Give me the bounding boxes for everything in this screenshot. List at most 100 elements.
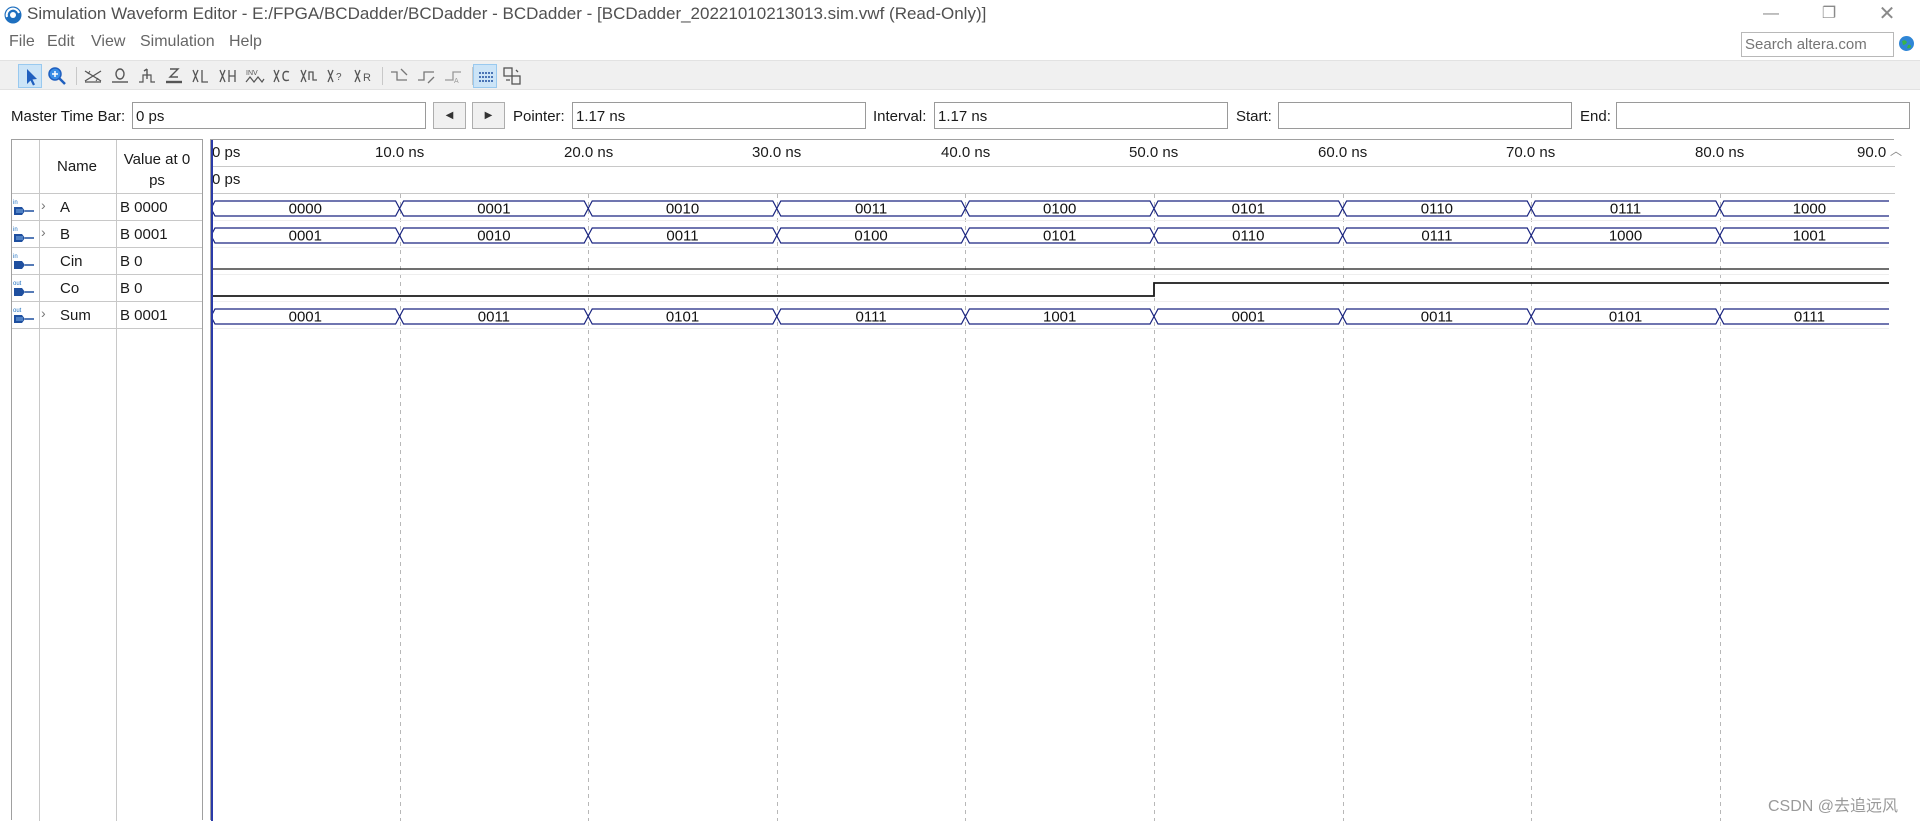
zoom-tool-icon[interactable] xyxy=(45,64,69,88)
ruler-tick-label: 0 ps xyxy=(212,144,241,161)
scroll-up-icon[interactable]: ︿ xyxy=(1890,142,1902,159)
input-pin-icon: in xyxy=(13,227,34,242)
bus-value-label: 1000 xyxy=(1609,228,1642,245)
value-column-header[interactable]: Value at 0 ps xyxy=(117,149,197,191)
count-value-icon[interactable] xyxy=(270,64,294,88)
signal-row-cin[interactable]: in Cin B 0 xyxy=(12,248,202,275)
window-title: Simulation Waveform Editor - E:/FPGA/BCD… xyxy=(27,4,987,23)
input-pin-icon: in xyxy=(13,200,34,215)
svg-text:in: in xyxy=(13,227,18,233)
start-field[interactable] xyxy=(1278,102,1572,129)
start-label: Start: xyxy=(1236,108,1272,125)
clock-icon[interactable] xyxy=(297,64,321,88)
bus-value-label: 0011 xyxy=(478,309,510,326)
master-time-bar-label: Master Time Bar: xyxy=(11,108,126,125)
master-time-bar-field[interactable]: 0 ps xyxy=(132,102,426,129)
signal-row-co[interactable]: out Co B 0 xyxy=(12,275,202,302)
force-high-icon[interactable] xyxy=(135,64,159,88)
name-column-header[interactable]: Name xyxy=(57,158,97,175)
signal-value: B 0 xyxy=(120,253,143,270)
time-bar: Master Time Bar: 0 ps ◀ ▶ Pointer: 1.17 … xyxy=(0,98,1920,134)
signal-value: B 0001 xyxy=(120,307,168,324)
globe-icon[interactable] xyxy=(1898,35,1915,52)
end-field[interactable] xyxy=(1616,102,1910,129)
menu-file[interactable]: File xyxy=(9,33,35,51)
bus-value-label: 0010 xyxy=(666,201,699,218)
watermark: CSDN @去追远风 xyxy=(1768,798,1899,815)
quartus-app-icon xyxy=(4,6,22,24)
toolbar-separator xyxy=(76,67,77,85)
ruler-tick-label: 70.0 ns xyxy=(1506,144,1556,161)
force-weak-high-icon[interactable] xyxy=(216,64,240,88)
signal-value: B 0000 xyxy=(120,199,168,216)
bus-value-label: 0011 xyxy=(855,201,887,218)
snap-left-icon[interactable] xyxy=(414,64,438,88)
pointer-time-label: 0 ps xyxy=(212,171,241,188)
grid-icon[interactable] xyxy=(473,64,497,88)
force-low-icon[interactable] xyxy=(108,64,132,88)
expand-chevron-icon[interactable]: › xyxy=(41,224,46,240)
signal-row-b[interactable]: in › B B 0001 xyxy=(12,221,202,248)
bus-value-label: 0110 xyxy=(1232,228,1264,245)
waveform-canvas[interactable]: 0000 0001 0010 0011 0100 0101 0110 0111 1000 0001… xyxy=(211,194,1895,821)
menu-view[interactable]: View xyxy=(91,33,125,51)
bus-value-label: 0001 xyxy=(477,201,510,218)
ruler-tick-label: 10.0 ns xyxy=(375,144,425,161)
bus-value-label: 0101 xyxy=(666,309,699,326)
close-button[interactable]: ✕ xyxy=(1858,0,1916,30)
signal-row-a[interactable]: in › A B 0000 xyxy=(12,194,202,221)
selection-tool-icon[interactable] xyxy=(18,64,42,88)
menu-help[interactable]: Help xyxy=(229,33,262,51)
bus-value-label: 0111 xyxy=(1421,228,1452,245)
menu-edit[interactable]: Edit xyxy=(47,33,75,51)
signal-row-sum[interactable]: out › Sum B 0001 xyxy=(12,302,202,329)
signal-name: Cin xyxy=(60,253,83,270)
previous-transition-button[interactable]: ◀ xyxy=(433,102,466,129)
pointer-field[interactable]: 1.17 ns xyxy=(572,102,866,129)
random-values-icon[interactable]: ? xyxy=(324,64,348,88)
restore-button[interactable]: ❐ xyxy=(1800,0,1858,30)
bus-value-label: 0101 xyxy=(1232,201,1265,218)
invert-icon[interactable]: INV xyxy=(243,64,267,88)
waveform-panel[interactable]: 0 ps 10.0 ns 20.0 ns 30.0 ns 40.0 ns 50.… xyxy=(210,139,1902,821)
minimize-button[interactable]: — xyxy=(1742,0,1800,30)
svg-text:A: A xyxy=(454,78,459,85)
time-ruler[interactable]: 0 ps 10.0 ns 20.0 ns 30.0 ns 40.0 ns 50.… xyxy=(211,140,1902,167)
arbitrary-value-icon[interactable]: R xyxy=(351,64,375,88)
signal-table: Name Value at 0 ps in › A B 0000 in › B … xyxy=(11,139,203,821)
menu-simulation[interactable]: Simulation xyxy=(140,33,215,51)
ruler-tick-label: 90.0 xyxy=(1857,144,1887,161)
settings-icon[interactable] xyxy=(500,64,524,88)
bus-value-label: 0110 xyxy=(1421,201,1453,218)
toolbar: INV ? R A xyxy=(0,60,1920,90)
menu-bar: File Edit View Simulation Help xyxy=(0,30,1920,56)
svg-text:INV: INV xyxy=(246,70,258,77)
bus-value-label: 0001 xyxy=(289,309,322,326)
snap-right-icon[interactable]: A xyxy=(441,64,465,88)
svg-text:in: in xyxy=(13,254,18,260)
next-transition-button[interactable]: ▶ xyxy=(472,102,505,129)
ruler-tick-label: 30.0 ns xyxy=(752,144,802,161)
bus-value-label: 0001 xyxy=(1232,309,1265,326)
snap-to-grid-icon[interactable] xyxy=(387,64,411,88)
signal-name: A xyxy=(60,199,71,216)
time-cursor[interactable] xyxy=(211,140,213,821)
interval-field[interactable]: 1.17 ns xyxy=(934,102,1228,129)
bus-value-label: 0000 xyxy=(289,201,322,218)
force-high-impedance-icon[interactable] xyxy=(162,64,186,88)
ruler-tick-label: 40.0 ns xyxy=(941,144,991,161)
signal-table-header: Name Value at 0 ps xyxy=(12,140,202,194)
signal-name: Sum xyxy=(60,307,91,324)
expand-chevron-icon[interactable]: › xyxy=(41,305,46,321)
search-input[interactable] xyxy=(1741,32,1894,57)
expand-chevron-icon[interactable]: › xyxy=(41,197,46,213)
toolbar-separator xyxy=(382,67,383,85)
signal-value: B 0 xyxy=(120,280,143,297)
pointer-time-row: 0 ps xyxy=(211,167,1895,194)
force-weak-low-icon[interactable] xyxy=(189,64,213,88)
force-unknown-icon[interactable] xyxy=(81,64,105,88)
pointer-label: Pointer: xyxy=(513,108,565,125)
bus-value-label: 0100 xyxy=(1043,201,1076,218)
bus-value-label: 0011 xyxy=(666,228,698,245)
bus-value-label: 0111 xyxy=(1610,201,1641,218)
